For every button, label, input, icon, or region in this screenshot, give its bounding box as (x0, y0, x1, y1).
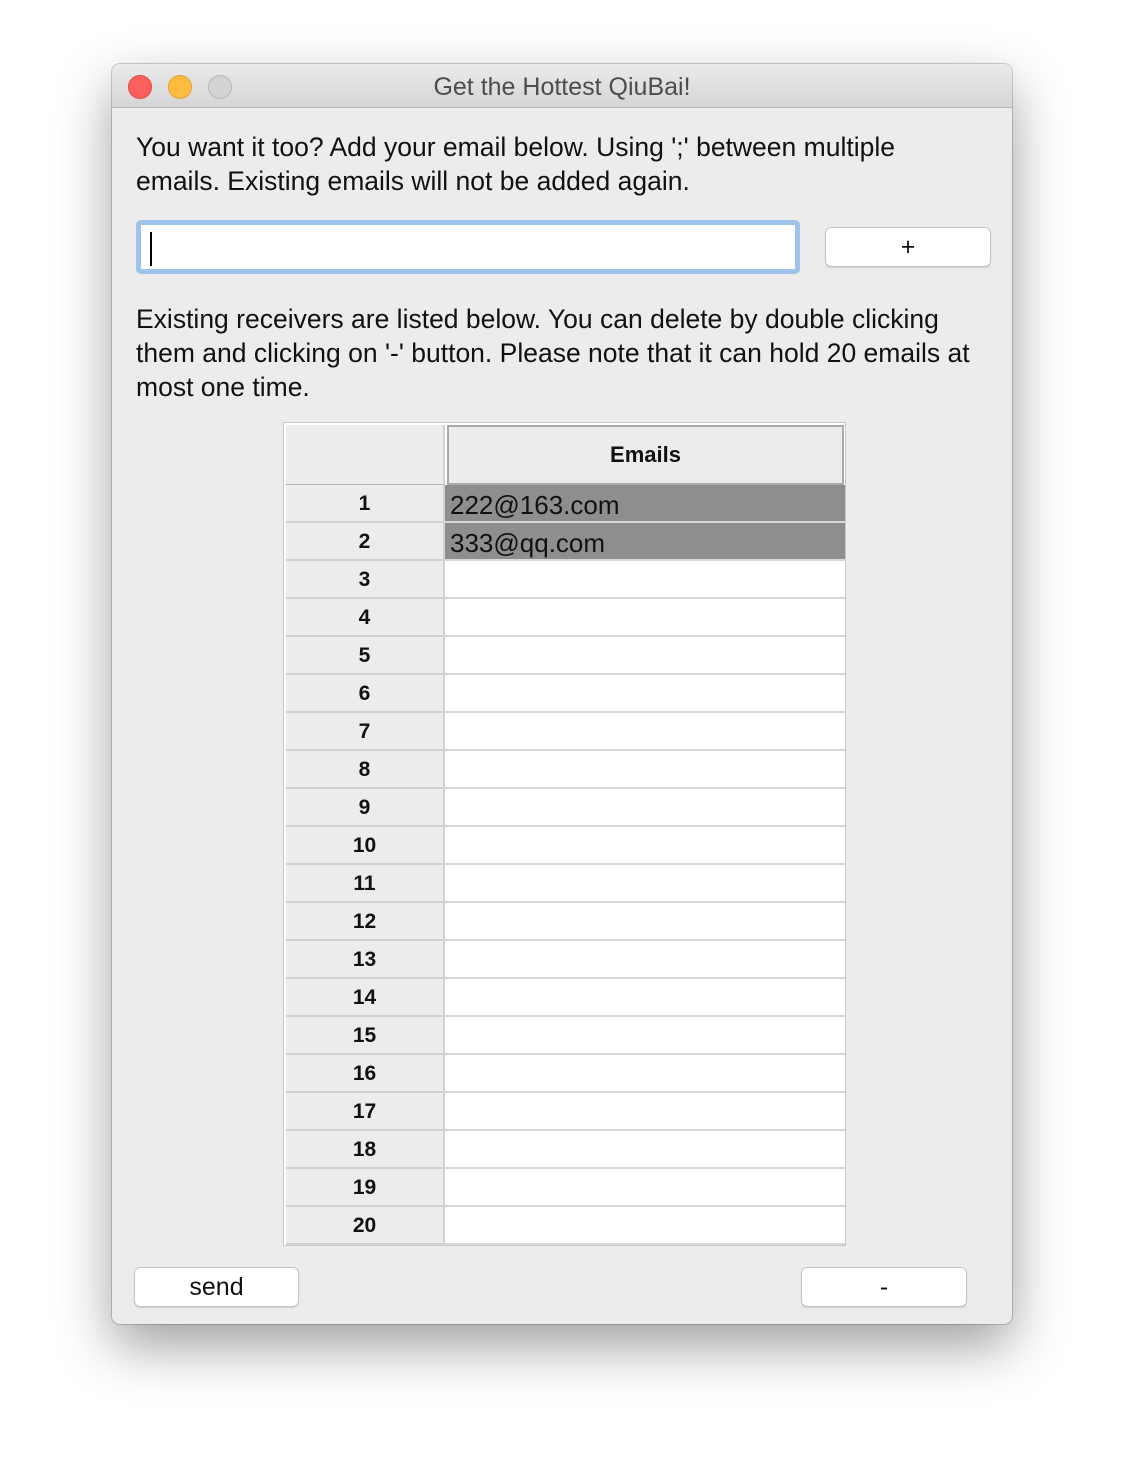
send-button[interactable]: send (134, 1267, 299, 1307)
email-cell[interactable]: 333@qq.com (445, 523, 845, 561)
row-number-header[interactable]: 3 (286, 561, 445, 599)
email-cell[interactable] (445, 599, 845, 637)
row-number-header[interactable]: 6 (286, 675, 445, 713)
email-cell[interactable] (445, 903, 845, 941)
row-number-header[interactable]: 8 (286, 751, 445, 789)
table-row[interactable]: 20 (284, 1207, 845, 1245)
delete-email-button[interactable]: - (801, 1267, 967, 1307)
table-row[interactable]: 13 (284, 941, 845, 979)
email-cell[interactable] (445, 1131, 845, 1169)
add-email-button[interactable]: + (825, 227, 991, 267)
emails-column-header[interactable]: Emails (447, 425, 844, 485)
add-instructions: You want it too? Add your email below. U… (136, 132, 895, 196)
window-title: Get the Hottest QiuBai! (433, 73, 691, 101)
row-number-header[interactable]: 19 (286, 1169, 445, 1207)
row-number-header[interactable]: 10 (286, 827, 445, 865)
row-number-header[interactable]: 13 (286, 941, 445, 979)
table-corner-header[interactable] (286, 425, 445, 485)
email-cell[interactable] (445, 1017, 845, 1055)
email-cell[interactable] (445, 979, 845, 1017)
row-number-header[interactable]: 15 (286, 1017, 445, 1055)
row-number-header[interactable]: 7 (286, 713, 445, 751)
table-row[interactable]: 2 333@qq.com (284, 523, 845, 561)
email-cell[interactable] (445, 1093, 845, 1131)
email-cell[interactable] (445, 637, 845, 675)
row-number-header[interactable]: 14 (286, 979, 445, 1017)
table-row[interactable]: 15 (284, 1017, 845, 1055)
email-cell[interactable] (445, 1055, 845, 1093)
row-number-header[interactable]: 12 (286, 903, 445, 941)
email-cell[interactable] (445, 865, 845, 903)
table-row[interactable]: 12 (284, 903, 845, 941)
email-cell[interactable] (445, 941, 845, 979)
email-cell[interactable] (445, 713, 845, 751)
row-number-header[interactable]: 18 (286, 1131, 445, 1169)
table-row[interactable]: 16 (284, 1055, 845, 1093)
table-row[interactable]: 3 (284, 561, 845, 599)
row-number-header[interactable]: 9 (286, 789, 445, 827)
email-cell[interactable]: 222@163.com (445, 485, 845, 523)
table-row[interactable]: 11 (284, 865, 845, 903)
email-cell[interactable] (445, 675, 845, 713)
email-cell[interactable] (445, 789, 845, 827)
table-row[interactable]: 17 (284, 1093, 845, 1131)
table-row[interactable]: 9 (284, 789, 845, 827)
table-row[interactable]: 8 (284, 751, 845, 789)
table-row[interactable]: 7 (284, 713, 845, 751)
list-instructions: Existing receivers are listed below. You… (136, 304, 970, 402)
table-row[interactable]: 5 (284, 637, 845, 675)
row-number-header[interactable]: 2 (286, 523, 445, 561)
row-number-header[interactable]: 4 (286, 599, 445, 637)
row-number-header[interactable]: 1 (286, 485, 445, 523)
text-cursor (150, 232, 152, 266)
table-row[interactable]: 18 (284, 1131, 845, 1169)
title-bar[interactable]: Get the Hottest QiuBai! (112, 64, 1012, 108)
row-number-header[interactable]: 5 (286, 637, 445, 675)
app-window: Get the Hottest QiuBai! You want it too?… (112, 64, 1012, 1324)
table-row[interactable]: 19 (284, 1169, 845, 1207)
row-number-header[interactable]: 17 (286, 1093, 445, 1131)
email-cell[interactable] (445, 561, 845, 599)
email-cell[interactable] (445, 1207, 845, 1245)
row-number-header[interactable]: 16 (286, 1055, 445, 1093)
table-row[interactable]: 4 (284, 599, 845, 637)
row-number-header[interactable]: 20 (286, 1207, 445, 1245)
table-row[interactable]: 1 222@163.com (284, 485, 845, 523)
table-row[interactable]: 14 (284, 979, 845, 1017)
email-cell[interactable] (445, 1169, 845, 1207)
email-cell[interactable] (445, 751, 845, 789)
emails-table[interactable]: Emails 1 222@163.com 2 333@qq.com 3 4 5 6 7 8 9 10 1… (283, 422, 846, 1246)
table-row[interactable]: 10 (284, 827, 845, 865)
email-cell[interactable] (445, 827, 845, 865)
row-number-header[interactable]: 11 (286, 865, 445, 903)
table-row[interactable]: 6 (284, 675, 845, 713)
email-input[interactable] (136, 220, 800, 274)
